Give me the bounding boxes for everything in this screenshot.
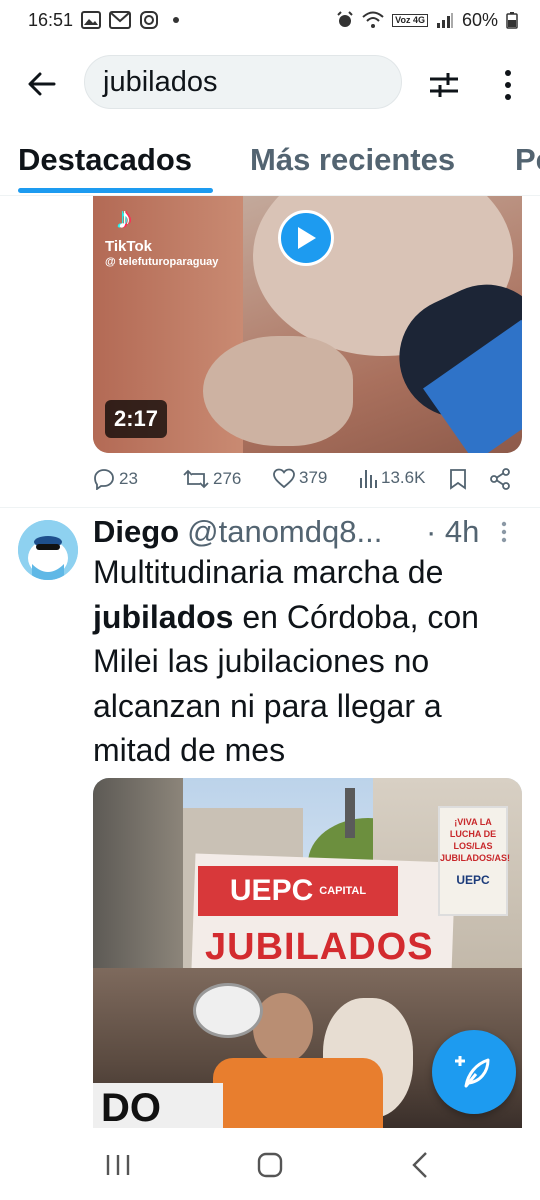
analytics-icon (360, 470, 377, 488)
sign-text: ¡VIVA LA LUCHA DE LOS/LAS JUBILADOS/AS! (440, 817, 511, 863)
recent-apps-button[interactable] (98, 1148, 138, 1182)
banner-sub: CAPITAL (319, 885, 367, 897)
photo-spire (345, 788, 355, 838)
search-query: jubilados (103, 65, 218, 98)
bookmark-icon (450, 469, 466, 490)
alarm-icon (336, 11, 354, 29)
banner-brand: UEPC (229, 874, 314, 907)
play-button[interactable] (278, 210, 334, 266)
system-navigation-bar (0, 1128, 540, 1200)
tweet-text: Multitudinaria marcha de jubilados en Có… (93, 550, 523, 773)
tweet-text-highlight: jubilados (93, 598, 234, 635)
gallery-icon (81, 11, 102, 29)
tiktok-icon: ♪ (117, 202, 132, 235)
tiktok-watermark: ♪ TikTok @ telefuturoparaguay (105, 202, 219, 269)
more-options-button[interactable] (490, 65, 526, 105)
like-count: 379 (299, 468, 328, 487)
search-filter-button[interactable] (424, 65, 464, 105)
reply-icon (94, 469, 114, 490)
play-icon (298, 227, 316, 249)
wifi-icon (362, 11, 384, 29)
battery-percent: 60% (461, 9, 498, 30)
tab-mas-recientes[interactable]: Más recientes (250, 142, 455, 178)
video-frame-hand (203, 336, 353, 446)
photo-front-sign: DO (93, 1083, 223, 1128)
repost-button[interactable]: 276 (183, 468, 241, 490)
tweet-divider (0, 507, 540, 508)
view-count: 13.6K (381, 468, 426, 487)
tiktok-handle: @ telefuturoparaguay (105, 256, 219, 268)
gmail-icon (109, 11, 132, 29)
reply-button[interactable]: 23 (93, 468, 138, 490)
bookmark-button[interactable] (449, 468, 467, 490)
photo-banner-logo: UEPC CAPITAL (198, 866, 398, 916)
tweet-actions: 23 276 379 13.6K (93, 462, 523, 498)
share-button[interactable] (489, 468, 511, 490)
search-input[interactable]: jubilados (84, 55, 402, 109)
chevron-left-icon (412, 1152, 427, 1178)
search-tabs: Destacados Más recientes Pe (0, 126, 540, 196)
banner-text: JUBILADOS (205, 926, 434, 968)
reply-count: 23 (119, 469, 138, 488)
tab-personas[interactable]: Pe (515, 142, 540, 178)
author-handle[interactable]: @tanomdq8... (187, 514, 382, 550)
status-time: 16:51 (28, 9, 74, 30)
share-icon (490, 468, 510, 490)
photo-sign: ¡VIVA LA LUCHA DE LOS/LAS JUBILADOS/AS! … (438, 806, 511, 916)
video-duration: 2:17 (105, 400, 168, 438)
recent-apps-icon (106, 1155, 130, 1175)
vertical-dots-icon (501, 521, 507, 543)
signal-icon (436, 12, 454, 28)
search-header: jubilados (0, 40, 540, 126)
heart-icon (273, 468, 295, 488)
tiktok-label: TikTok (105, 238, 152, 255)
tweet-timestamp: · 4h (426, 514, 480, 549)
home-button[interactable] (250, 1148, 290, 1182)
photo-orange-shirt (213, 1058, 383, 1128)
volte-icon: Voz 4G (392, 13, 428, 27)
nav-back-button[interactable] (400, 1148, 440, 1182)
avatar[interactable] (18, 520, 78, 580)
tweet-video[interactable]: ♪ TikTok @ telefuturoparaguay 2:17 (93, 196, 522, 453)
author-name[interactable]: Diego (93, 514, 179, 550)
compose-feather-plus-icon (455, 1056, 490, 1088)
tweet-text-before: Multitudinaria marcha de (93, 554, 444, 590)
views-button[interactable]: 13.6K (359, 468, 425, 488)
like-button[interactable]: 379 (273, 468, 327, 488)
photo-megaphone (193, 983, 263, 1038)
notification-dot-icon (173, 17, 180, 23)
back-button[interactable] (22, 64, 62, 104)
active-tab-indicator (18, 188, 213, 193)
repost-icon (183, 469, 209, 489)
home-icon (257, 1152, 283, 1178)
repost-count: 276 (213, 469, 242, 488)
back-arrow-icon (28, 72, 56, 96)
tab-destacados[interactable]: Destacados (18, 142, 192, 178)
status-bar: 16:51 Voz 4G 60% (0, 0, 540, 40)
sliders-icon (430, 73, 458, 97)
sign-brand: UEPC (456, 873, 490, 887)
instagram-icon (139, 10, 159, 30)
vertical-dots-icon (505, 70, 511, 100)
compose-post-button[interactable] (432, 1030, 516, 1114)
battery-icon (506, 11, 518, 29)
avatar-cartoon-icon (18, 520, 78, 580)
